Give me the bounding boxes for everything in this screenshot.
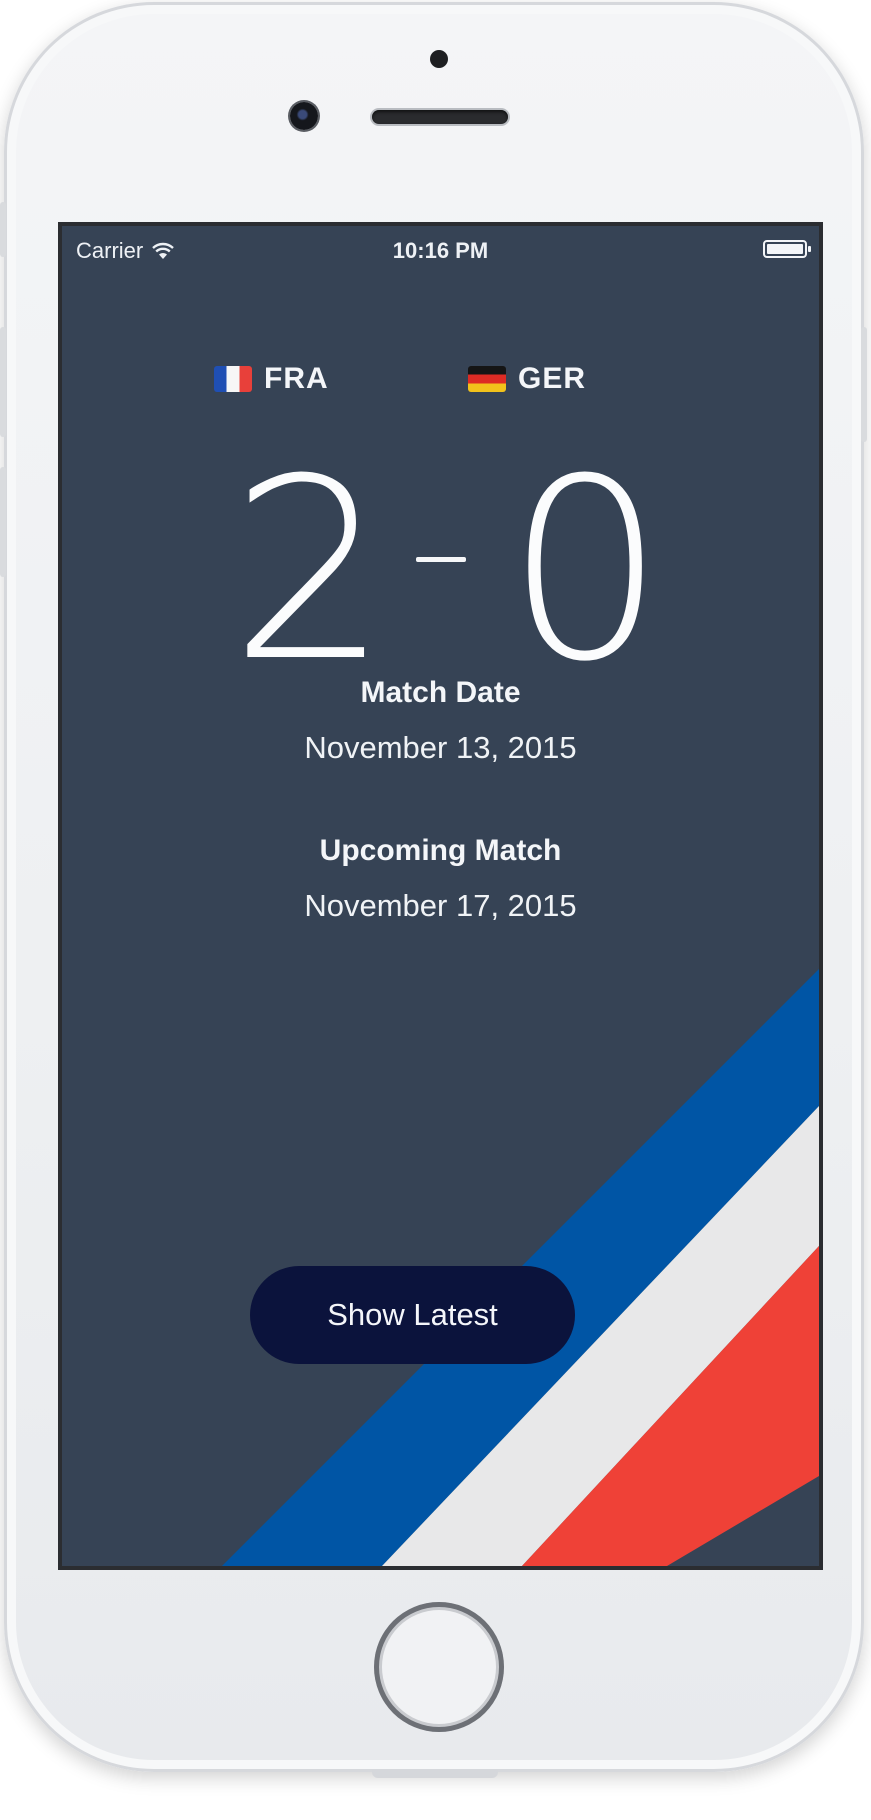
home-team-code: FRA xyxy=(264,362,329,395)
proximity-sensor xyxy=(430,50,448,68)
status-bar: Carrier 10:16 PM xyxy=(62,226,819,266)
home-score: 2 xyxy=(230,425,390,716)
battery-level xyxy=(767,244,803,254)
power-button xyxy=(861,327,867,442)
away-team-code: GER xyxy=(518,362,587,395)
lightning-port-edge xyxy=(372,1770,498,1778)
match-date-value: November 13, 2015 xyxy=(304,730,577,765)
upcoming-match-label: Upcoming Match xyxy=(319,834,562,867)
front-camera xyxy=(290,102,318,130)
flag-germany-icon xyxy=(468,366,506,392)
home-button[interactable] xyxy=(374,1602,504,1732)
score-separator xyxy=(416,557,466,562)
phone-frame: Carrier 10:16 PM FRA GER 2 0 Match Date xyxy=(0,2,867,1772)
app-screen: Carrier 10:16 PM FRA GER 2 0 Match Date xyxy=(58,222,823,1570)
status-time: 10:16 PM xyxy=(392,238,489,263)
flag-france-icon xyxy=(214,366,252,392)
upcoming-match-value: November 17, 2015 xyxy=(304,888,577,923)
volume-up-button xyxy=(0,327,6,437)
away-score: 0 xyxy=(506,425,666,716)
volume-down-button xyxy=(0,467,6,577)
away-team: GER xyxy=(468,362,586,396)
mute-switch xyxy=(0,202,6,257)
match-date-label: Match Date xyxy=(360,676,521,709)
battery-icon xyxy=(763,240,811,258)
home-team: FRA xyxy=(214,362,329,396)
show-latest-button[interactable]: Show Latest xyxy=(250,1266,575,1364)
earpiece-speaker xyxy=(372,110,508,124)
